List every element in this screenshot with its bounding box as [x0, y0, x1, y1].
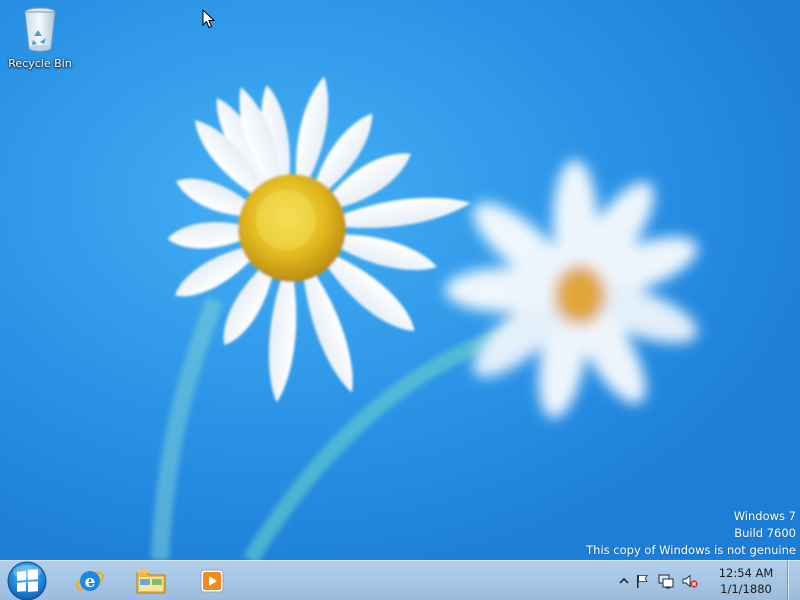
file-explorer-icon: [136, 568, 166, 593]
clock-time: 12:54 AM: [718, 566, 774, 580]
media-player-icon: [200, 569, 224, 592]
notification-area: 12:54 AM 1/1/1880: [610, 561, 800, 600]
svg-text:e: e: [85, 572, 96, 592]
windows-version-watermark: Windows 7 Build 7600 This copy of Window…: [586, 508, 796, 559]
desktop-icon-recycle-bin[interactable]: Recycle Bin: [6, 6, 74, 70]
watermark-genuine-notice: This copy of Windows is not genuine: [586, 543, 796, 557]
mouse-pointer-icon: [202, 9, 216, 29]
desktop[interactable]: Recycle Bin Windows 7 Build 7600 This co…: [0, 0, 800, 600]
watermark-os-name: Windows 7: [733, 509, 796, 523]
taskbar-internet-explorer-button[interactable]: e: [63, 563, 117, 598]
start-button[interactable]: [2, 561, 52, 600]
show-hidden-icons-chevron[interactable]: [616, 573, 632, 589]
windows-logo-icon: [7, 561, 47, 600]
taskbar-media-player-button[interactable]: [185, 563, 239, 598]
network-icon[interactable]: [658, 573, 674, 589]
volume-muted-icon[interactable]: [682, 573, 698, 589]
taskbar-file-explorer-button[interactable]: [124, 563, 178, 598]
show-desktop-button[interactable]: [787, 561, 800, 600]
recycle-bin-icon: [20, 6, 60, 54]
clock-date: 1/1/1880: [720, 582, 772, 596]
daisy-wallpaper: [0, 0, 800, 560]
watermark-build: Build 7600: [734, 526, 796, 540]
internet-explorer-icon: e: [75, 570, 105, 592]
taskbar: e 12:54 AM 1/1/1880: [0, 560, 800, 600]
desktop-icon-label: Recycle Bin: [8, 57, 72, 70]
action-center-flag-icon[interactable]: [634, 573, 650, 589]
system-clock[interactable]: 12:54 AM 1/1/1880: [710, 565, 782, 597]
